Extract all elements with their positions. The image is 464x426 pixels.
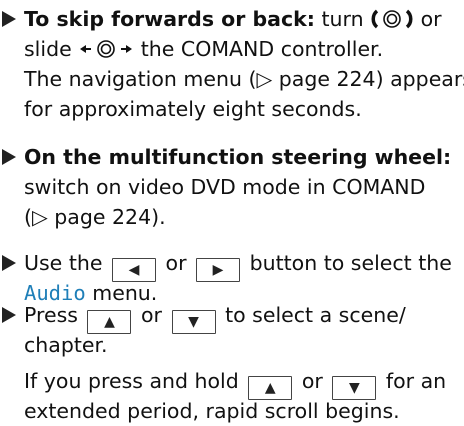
step-heading: On the multifunction steering wheel: [24,145,452,169]
bullet-arrow-icon [2,149,16,165]
step-steering-wheel: On the multifunction steering wheel: swi… [0,142,464,232]
step-select-scene: Press ▲ or ▼ to select a scene/ chapter.… [0,300,464,426]
step-select-audio: Use the ◀ or ▶ button to select the Audi… [0,248,464,308]
step-skip: To skip forwards or back: turn or slide … [0,4,464,124]
controller-slide-icon [80,40,133,58]
controller-turn-icon [371,9,413,29]
right-button[interactable]: ▶ [196,258,241,282]
nav-menu-note: The navigation menu (▷ page 224) appears [24,67,464,91]
bullet-arrow-icon [2,307,16,323]
step-heading: To skip forwards or back: [24,7,315,31]
down-button[interactable]: ▼ [171,310,216,334]
bullet-arrow-icon [2,255,16,271]
bullet-arrow-icon [2,11,16,27]
